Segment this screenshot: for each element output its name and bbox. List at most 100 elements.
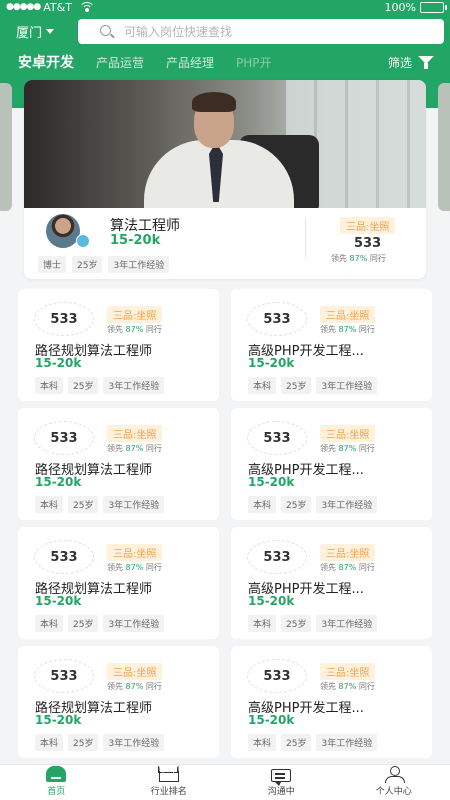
nav-home[interactable]: 首页 [0, 765, 113, 800]
tag-experience: 3年工作经验 [103, 377, 165, 394]
chat-icon [271, 769, 292, 786]
rank-badge: 三品:坐照 [320, 663, 376, 680]
filter-icon [418, 56, 434, 69]
lead-text: 领先 87% 同行 [107, 444, 162, 453]
lead-text: 领先 87% 同行 [331, 254, 386, 263]
score-value: 533 [247, 540, 307, 574]
salary: 15-20k [35, 475, 82, 489]
category-tabs: 安卓开发 产品运营 产品经理 PHP开 筛选 [0, 46, 450, 80]
job-card[interactable]: 533 三品:坐照 领先 87% 同行 路径规划算法工程师 15-20k 本科 25岁 3年工… [18, 527, 219, 639]
tab-php-dev[interactable]: PHP开 [236, 54, 272, 80]
job-tags: 本科 25岁 3年工作经验 [35, 615, 165, 632]
score-value: 533 [34, 540, 94, 574]
score-value: 533 [34, 302, 94, 336]
signal-icon: ●●●●● [6, 2, 41, 12]
job-card[interactable]: 533 三品:坐照 领先 87% 同行 路径规划算法工程师 15-20k 本科 25岁 3年工… [18, 646, 219, 758]
tag-experience: 3年工作经验 [103, 615, 165, 632]
nav-chatting[interactable]: 沟通中 [225, 765, 338, 800]
job-tags: 本科 25岁 3年工作经验 [248, 496, 378, 513]
nav-industry-ranking[interactable]: 行业排名 [113, 765, 226, 800]
battery-percent: 100% [384, 0, 416, 14]
verified-badge-icon [76, 234, 90, 248]
crown-icon [158, 771, 179, 782]
tag-experience: 3年工作经验 [316, 377, 378, 394]
tag-education: 本科 [248, 496, 277, 513]
nav-profile[interactable]: 个人中心 [338, 765, 450, 800]
salary: 15-20k [248, 594, 295, 608]
home-icon [46, 766, 67, 782]
tab-product-operation[interactable]: 产品运营 [96, 54, 144, 80]
avatar [38, 214, 90, 248]
tag-education: 本科 [248, 734, 277, 751]
salary: 15-20k [248, 475, 295, 489]
banner-image [24, 80, 426, 208]
rank-badge: 三品:坐照 [107, 544, 163, 561]
tag-experience: 3年工作经验 [108, 256, 170, 273]
carousel-prev-peek[interactable] [0, 83, 12, 211]
search-placeholder: 可输入岗位快速查找 [124, 25, 233, 39]
featured-tags: 博士 25岁 3年工作经验 [38, 256, 170, 273]
job-grid: 533 三品:坐照 领先 87% 同行 路径规划算法工程师 15-20k 本科 25岁 3年工… [18, 289, 432, 758]
job-card[interactable]: 533 三品:坐照 领先 87% 同行 路径规划算法工程师 15-20k 本科 25岁 3年工… [18, 289, 219, 401]
salary: 15-20k [35, 713, 82, 727]
rank-badge: 三品:坐照 [107, 425, 163, 442]
tag-education: 本科 [248, 615, 277, 632]
lead-text: 领先 87% 同行 [320, 563, 375, 572]
person-icon [384, 766, 405, 783]
job-tags: 本科 25岁 3年工作经验 [35, 377, 165, 394]
rank-badge: 三品:坐照 [320, 425, 376, 442]
bottom-nav: 首页 行业排名 沟通中 个人中心 [0, 764, 450, 800]
battery-icon [420, 1, 447, 13]
tag-age: 25岁 [68, 615, 99, 632]
job-card[interactable]: 533 三品:坐照 领先 87% 同行 高级PHP开发工程... 15-20k 本科 25岁… [231, 646, 432, 758]
tag-experience: 3年工作经验 [316, 496, 378, 513]
score-value: 533 [34, 421, 94, 455]
job-tags: 本科 25岁 3年工作经验 [248, 615, 378, 632]
rank-badge: 三品:坐照 [107, 306, 163, 323]
tag-age: 25岁 [68, 377, 99, 394]
tag-experience: 3年工作经验 [103, 734, 165, 751]
rank-badge: 三品:坐照 [320, 544, 376, 561]
chevron-down-icon [46, 29, 55, 34]
rank-badge: 三品:坐照 [340, 217, 396, 234]
tab-product-manager[interactable]: 产品经理 [166, 54, 214, 80]
tag-age: 25岁 [72, 256, 103, 273]
job-card[interactable]: 533 三品:坐照 领先 87% 同行 路径规划算法工程师 15-20k 本科 25岁 3年工… [18, 408, 219, 520]
tag-age: 25岁 [68, 734, 99, 751]
score-value: 533 [247, 302, 307, 336]
city-selector[interactable]: 厦门 [16, 22, 78, 41]
carousel-next-peek[interactable] [438, 83, 450, 211]
nav-label: 首页 [47, 787, 66, 797]
tag-education: 本科 [248, 377, 277, 394]
carrier-label: AT&T [43, 0, 72, 14]
filter-button[interactable]: 筛选 [377, 54, 434, 71]
job-card[interactable]: 533 三品:坐照 领先 87% 同行 高级PHP开发工程... 15-20k 本科 25岁… [231, 408, 432, 520]
salary: 15-20k [248, 713, 295, 727]
lead-text: 领先 87% 同行 [320, 444, 375, 453]
tag-age: 25岁 [68, 496, 99, 513]
featured-job-card[interactable]: 算法工程师 15-20k 博士 25岁 3年工作经验 三品:坐照 533 领先 … [24, 80, 426, 279]
tag-education: 博士 [38, 256, 67, 273]
job-card[interactable]: 533 三品:坐照 领先 87% 同行 高级PHP开发工程... 15-20k 本科 25岁… [231, 289, 432, 401]
job-card[interactable]: 533 三品:坐照 领先 87% 同行 高级PHP开发工程... 15-20k 本科 25岁… [231, 527, 432, 639]
score-value: 533 [247, 421, 307, 455]
lead-text: 领先 87% 同行 [107, 325, 162, 334]
lead-text: 领先 87% 同行 [107, 563, 162, 572]
job-tags: 本科 25岁 3年工作经验 [248, 734, 378, 751]
lead-text: 领先 87% 同行 [320, 682, 375, 691]
job-tags: 本科 25岁 3年工作经验 [35, 734, 165, 751]
rank-badge: 三品:坐照 [320, 306, 376, 323]
status-bar: ●●●●● AT&T 100% [0, 0, 450, 14]
salary: 15-20k [248, 356, 295, 370]
tag-education: 本科 [35, 615, 64, 632]
tag-experience: 3年工作经验 [316, 734, 378, 751]
search-icon [100, 24, 114, 39]
tab-android-dev[interactable]: 安卓开发 [18, 52, 74, 80]
tag-age: 25岁 [281, 496, 312, 513]
tag-age: 25岁 [281, 615, 312, 632]
score-value: 533 [247, 659, 307, 693]
tag-age: 25岁 [281, 734, 312, 751]
rank-badge: 三品:坐照 [107, 663, 163, 680]
search-input[interactable]: 可输入岗位快速查找 [78, 19, 444, 44]
score-value: 533 [354, 236, 382, 251]
